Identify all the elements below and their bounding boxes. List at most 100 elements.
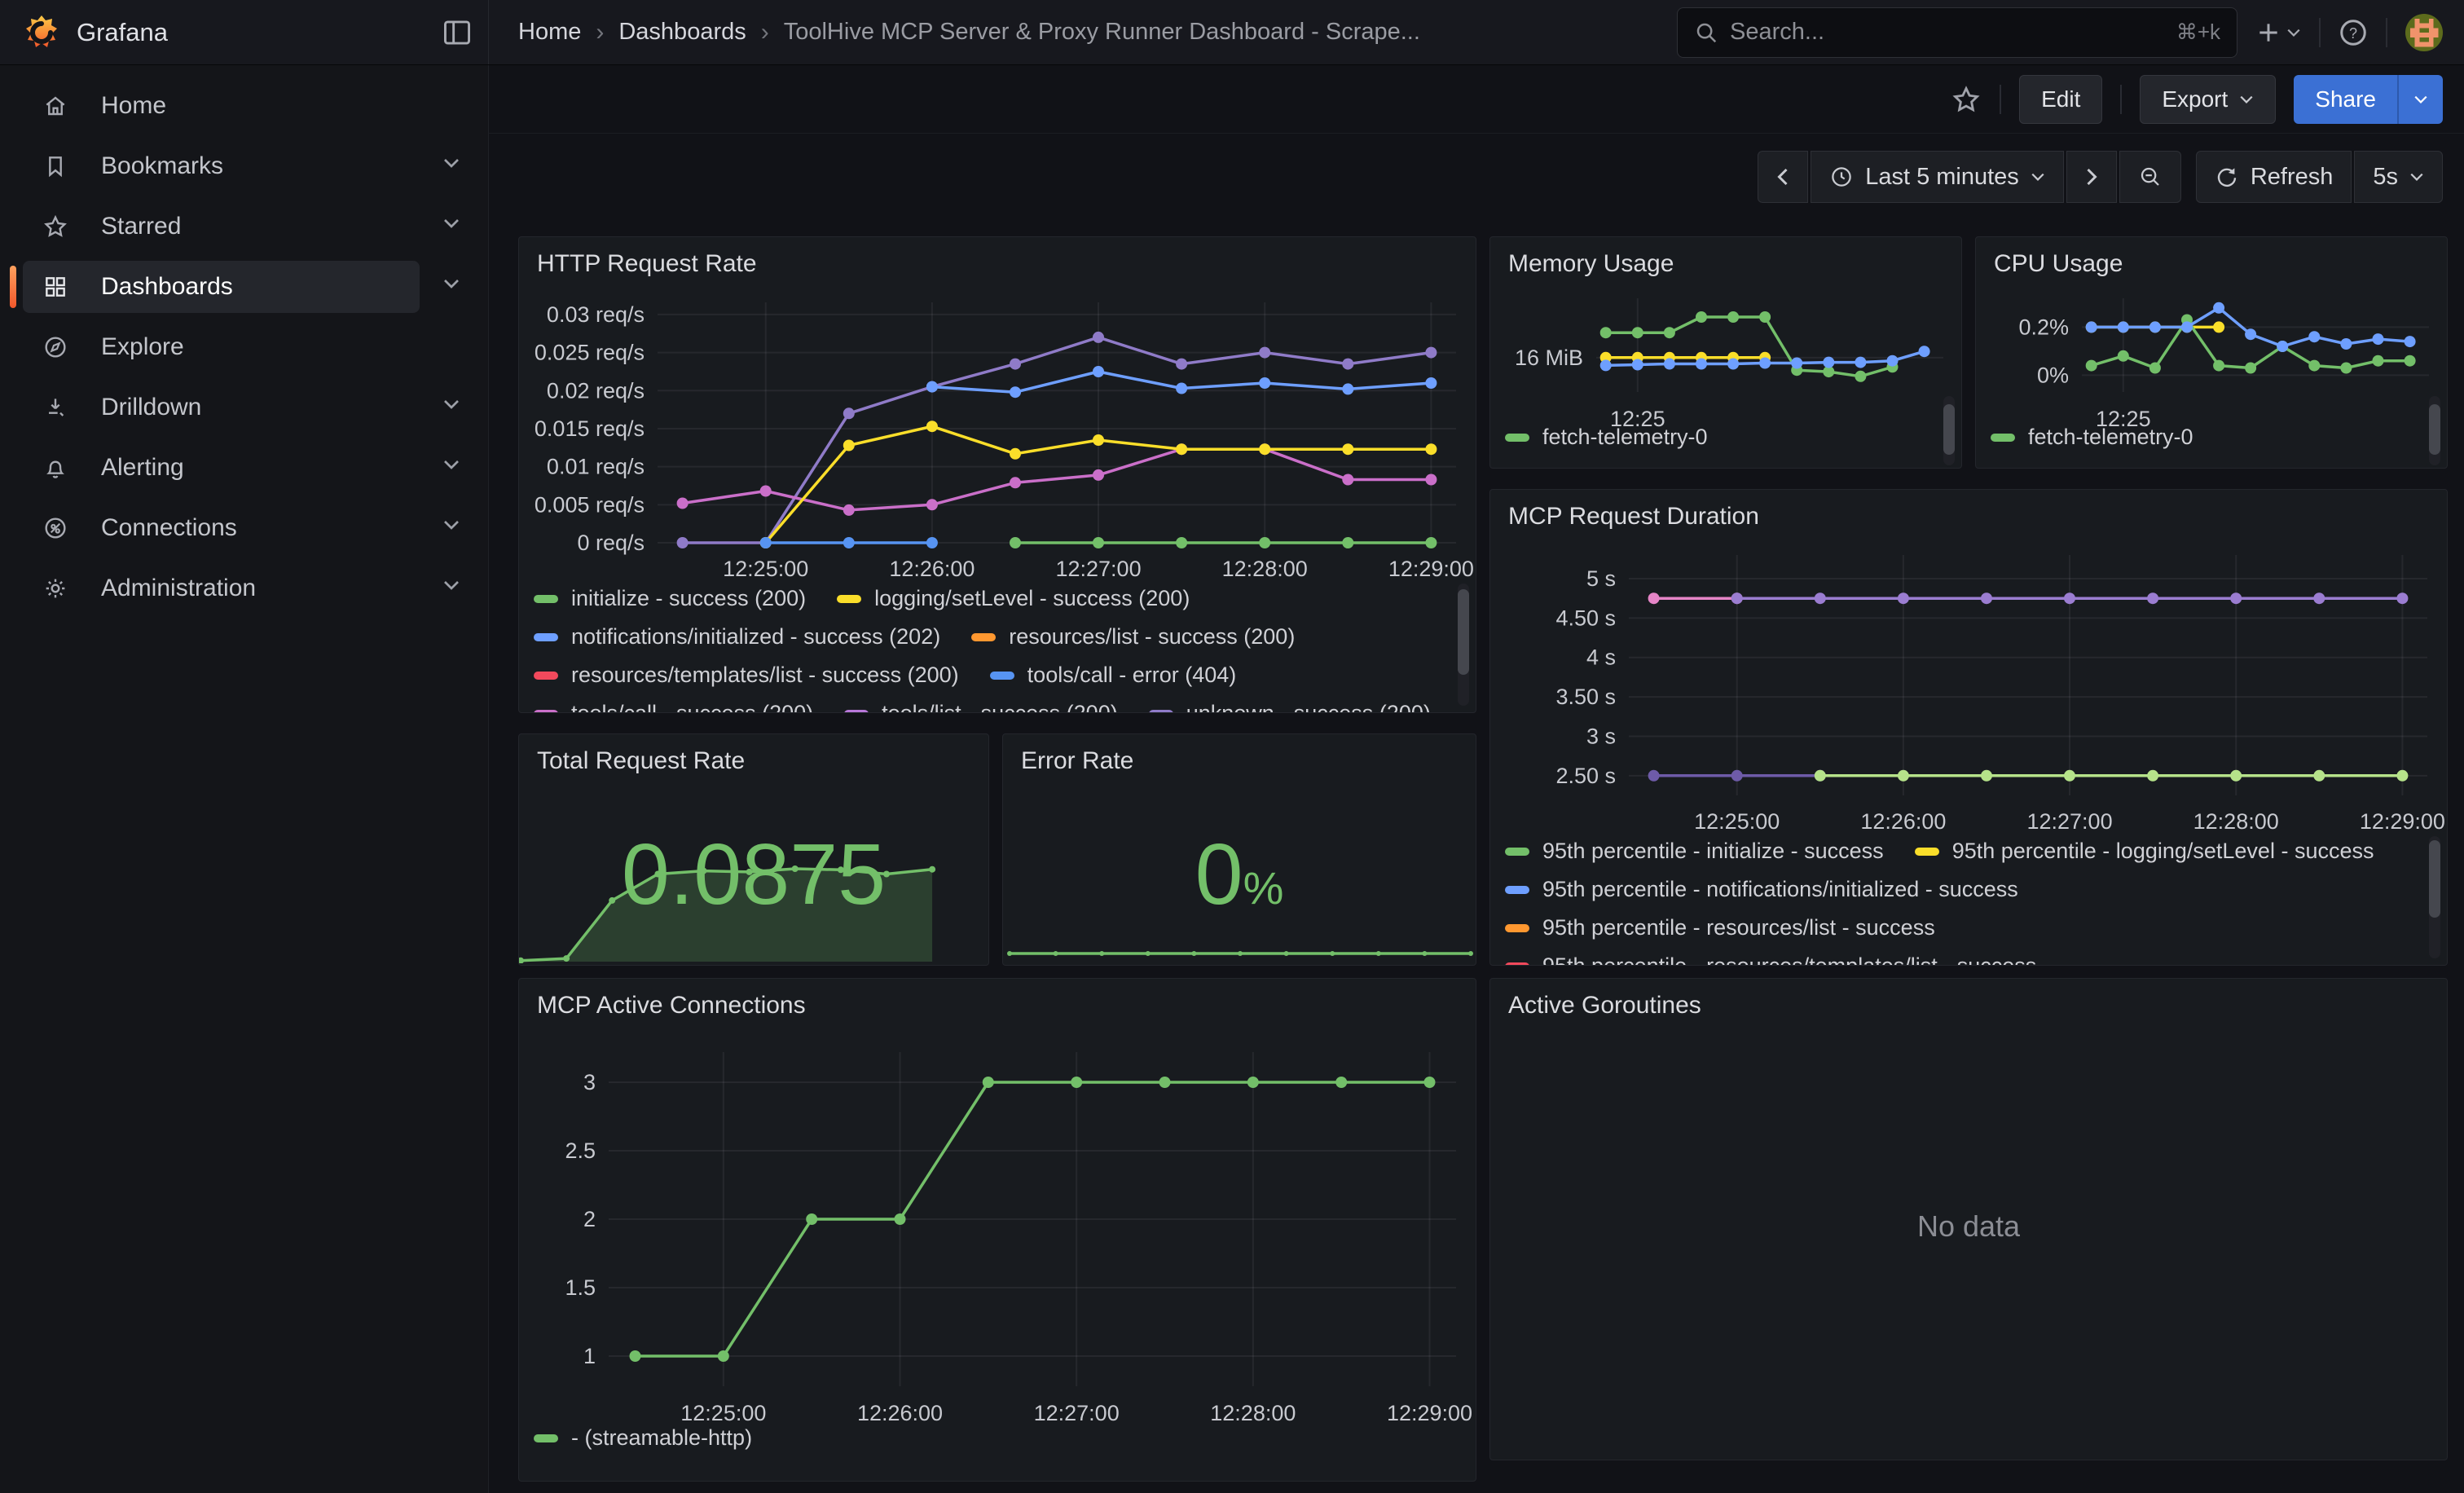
share-menu-button[interactable] <box>2397 75 2443 124</box>
chevron-down-icon[interactable] <box>442 398 460 411</box>
sidebar-item-explore[interactable]: Explore <box>0 321 488 373</box>
panel-title[interactable]: Error Rate <box>1021 747 1133 775</box>
search-shortcut: ⌘+k <box>2176 20 2220 45</box>
export-button[interactable]: Export <box>2140 75 2276 124</box>
svg-text:12:26:00: 12:26:00 <box>889 557 975 581</box>
legend-item[interactable]: tools/call - error (404) <box>990 663 1237 688</box>
main-area: Edit Export Share Last 5 minutes <box>489 65 2464 1493</box>
legend-item[interactable]: resources/list - success (200) <box>971 624 1295 650</box>
breadcrumb-home[interactable]: Home <box>518 19 581 46</box>
legend-item[interactable]: tools/list - success (200) <box>844 701 1118 713</box>
sidebar-item-dashboards[interactable]: Dashboards <box>0 261 488 313</box>
panel-title[interactable]: Total Request Rate <box>537 747 745 775</box>
edit-button[interactable]: Edit <box>2019 75 2102 124</box>
legend: initialize - success (200) logging/setLev… <box>534 579 1454 713</box>
legend-item[interactable]: notifications/initialized - success (202… <box>534 624 940 650</box>
svg-text:12:27:00: 12:27:00 <box>1055 557 1141 581</box>
breadcrumb-dashboards[interactable]: Dashboards <box>618 19 746 46</box>
legend-item[interactable]: 95th percentile - notifications/initiali… <box>1505 877 2018 902</box>
add-button[interactable] <box>2255 20 2301 46</box>
svg-text:3 s: 3 s <box>1586 724 1616 748</box>
legend-item[interactable]: tools/call - success (200) <box>534 701 813 713</box>
chevron-down-icon[interactable] <box>442 458 460 471</box>
no-data-message: No data <box>1490 1209 2447 1244</box>
legend-scrollbar-thumb[interactable] <box>1458 589 1469 675</box>
brand-area: Grafana <box>0 0 489 64</box>
mcp-request-duration-chart[interactable]: 12:25:0012:26:0012:27:0012:28:0012:29:00… <box>1490 498 2448 865</box>
svg-text:0.01 req/s: 0.01 req/s <box>547 455 645 479</box>
time-shift-back-button[interactable] <box>1758 151 1808 203</box>
sidebar-item-bookmarks[interactable]: Bookmarks <box>0 140 488 192</box>
search-input[interactable]: Search... ⌘+k <box>1677 7 2237 58</box>
svg-text:12:25:00: 12:25:00 <box>1694 809 1780 834</box>
svg-text:?: ? <box>2349 24 2357 41</box>
panel-active-goroutines: Active Goroutines No data <box>1489 978 2448 1460</box>
question-circle-icon: ? <box>2339 18 2368 47</box>
svg-text:2.5: 2.5 <box>565 1138 596 1163</box>
user-avatar[interactable] <box>2405 14 2443 51</box>
sidebar-toggle-icon[interactable] <box>442 20 472 46</box>
chevron-down-icon[interactable] <box>442 217 460 230</box>
legend-item[interactable]: 95th percentile - initialize - success <box>1505 839 1884 864</box>
legend-item[interactable]: fetch-telemetry-0 <box>1991 425 2193 450</box>
sidebar-item-drilldown[interactable]: Drilldown <box>0 381 488 434</box>
panel-title[interactable]: Memory Usage <box>1508 250 1674 278</box>
chevron-down-icon[interactable] <box>442 277 460 290</box>
legend-item[interactable]: fetch-telemetry-0 <box>1505 425 1708 450</box>
breadcrumb-current: ToolHive MCP Server & Proxy Runner Dashb… <box>784 19 1420 46</box>
dashboards-grid-icon <box>42 274 68 300</box>
sidebar-item-connections[interactable]: Connections <box>0 502 488 554</box>
svg-text:0.015 req/s: 0.015 req/s <box>535 416 645 441</box>
panel-http-request-rate: HTTP Request Rate 12:25:0012:26:0012:27:… <box>518 236 1476 713</box>
legend-row: - (streamable-http) <box>534 1419 1454 1457</box>
legend-scrollbar-thumb[interactable] <box>1943 404 1955 455</box>
svg-text:12:28:00: 12:28:00 <box>1222 557 1308 581</box>
legend-row: fetch-telemetry-0 <box>1991 418 2426 456</box>
http-request-rate-chart[interactable]: 12:25:0012:26:0012:27:0012:28:0012:29:00… <box>519 245 1476 612</box>
breadcrumb-separator: › <box>761 19 769 46</box>
legend-row: tools/call - success (200) tools/list - s… <box>534 694 1454 713</box>
zoom-out-button[interactable] <box>2119 151 2181 203</box>
divider <box>2000 85 2001 114</box>
svg-text:3: 3 <box>583 1070 596 1094</box>
panel-error-rate: Error Rate 0% <box>1002 733 1476 966</box>
sidebar-item-alerting[interactable]: Alerting <box>0 442 488 494</box>
panel-title[interactable]: Active Goroutines <box>1508 992 1701 1020</box>
svg-text:0 req/s: 0 req/s <box>577 531 645 555</box>
svg-text:0.025 req/s: 0.025 req/s <box>535 341 645 365</box>
svg-text:2: 2 <box>583 1207 596 1231</box>
panel-title[interactable]: CPU Usage <box>1994 250 2123 278</box>
time-range-picker[interactable]: Last 5 minutes <box>1811 151 2064 203</box>
legend-item[interactable]: - (streamable-http) <box>534 1425 752 1451</box>
legend-item[interactable]: 95th percentile - resources/templates/li… <box>1505 953 2036 966</box>
legend-scrollbar-thumb[interactable] <box>2429 840 2440 918</box>
legend-item[interactable]: initialize - success (200) <box>534 586 806 611</box>
chevron-down-icon[interactable] <box>442 518 460 531</box>
refresh-button[interactable]: Refresh <box>2196 151 2352 203</box>
chevron-down-icon[interactable] <box>442 156 460 170</box>
sidebar-item-home[interactable]: Home <box>0 80 488 132</box>
panel-title[interactable]: MCP Active Connections <box>537 992 806 1020</box>
chevron-down-icon[interactable] <box>442 579 460 592</box>
mcp-active-connections-chart[interactable]: 12:25:0012:26:0012:27:0012:28:0012:29:00… <box>519 1028 1476 1451</box>
legend-scrollbar-thumb[interactable] <box>2429 404 2440 455</box>
star-favorite-button[interactable] <box>1951 84 1982 115</box>
stat-unit: % <box>1243 862 1284 914</box>
svg-text:4 s: 4 s <box>1586 645 1616 670</box>
refresh-interval-picker[interactable]: 5s <box>2354 151 2443 203</box>
legend-item[interactable]: logging/setLevel - success (200) <box>837 586 1190 611</box>
legend-item[interactable]: resources/templates/list - success (200) <box>534 663 959 688</box>
sidebar-item-starred[interactable]: Starred <box>0 200 488 253</box>
legend-item[interactable]: 95th percentile - resources/list - succe… <box>1505 915 1935 940</box>
share-button[interactable]: Share <box>2294 75 2397 124</box>
legend-item[interactable]: 95th percentile - logging/setLevel - suc… <box>1915 839 2374 864</box>
help-button[interactable]: ? <box>2339 18 2368 47</box>
connections-icon <box>42 515 68 541</box>
legend-row: 95th percentile - resources/templates/li… <box>1505 947 2426 966</box>
legend-item[interactable]: unknown - success (200) <box>1149 701 1431 713</box>
time-controls: Last 5 minutes Refresh 5s <box>489 134 2464 220</box>
svg-text:5 s: 5 s <box>1586 566 1616 591</box>
sidebar-item-administration[interactable]: Administration <box>0 562 488 614</box>
time-shift-forward-button[interactable] <box>2066 151 2117 203</box>
panel-memory-usage: Memory Usage 12:2516 MiB fetch-telemetry… <box>1489 236 1962 469</box>
